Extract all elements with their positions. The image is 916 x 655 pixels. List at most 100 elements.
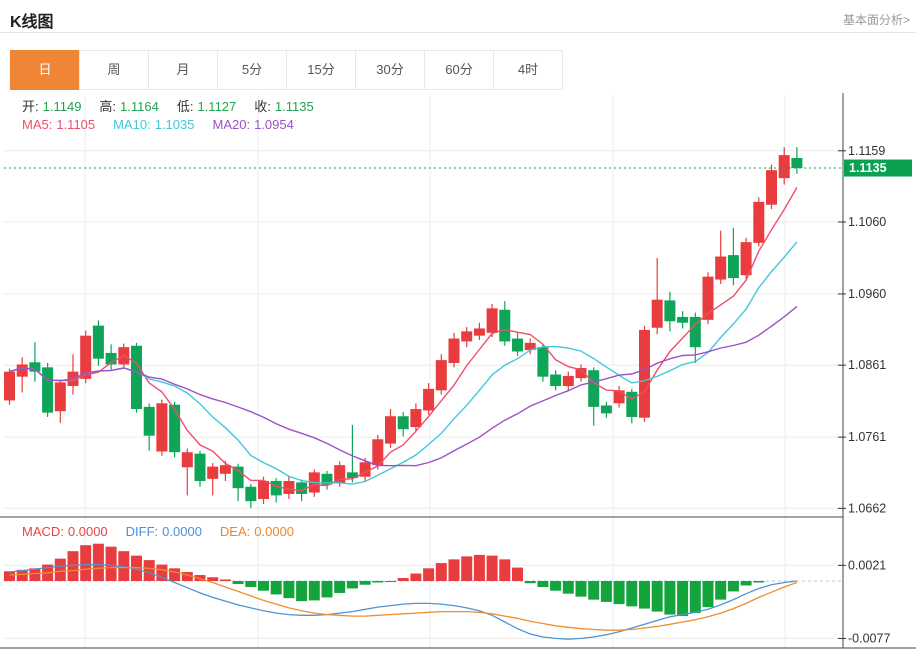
info-value: 1.1035 — [154, 117, 195, 132]
tab-5分[interactable]: 5分 — [217, 50, 287, 90]
macd-hist-bar — [689, 581, 701, 614]
macd-hist-bar — [54, 558, 66, 581]
macd-hist-bar — [296, 581, 308, 602]
macd-hist-bar — [258, 581, 269, 591]
candle-body — [791, 157, 803, 169]
macd-hist-bar — [283, 581, 295, 599]
tab-60分[interactable]: 60分 — [424, 50, 494, 90]
info-item: MA20: 1.0954 — [212, 117, 297, 132]
candle-body — [537, 347, 549, 377]
candle-body — [461, 331, 473, 342]
macd-hist-bar — [702, 581, 714, 608]
tab-15分[interactable]: 15分 — [286, 50, 356, 90]
macd-hist-bar — [512, 567, 523, 581]
macd-hist-bar — [715, 581, 727, 600]
candle-body — [169, 404, 181, 453]
macd-hist-bar — [359, 581, 371, 585]
candle-body — [550, 374, 562, 387]
price-axis-label: 1.0662 — [848, 501, 886, 515]
macd-hist-bar — [639, 581, 650, 609]
kline-page: 1.1135 1.1159 1.1060 1.0960 1.0861 1.0761 1.06… — [0, 0, 916, 655]
macd-hist-bar — [600, 581, 612, 602]
candle-body — [613, 390, 625, 404]
fundamental-analysis-link[interactable]: 基本面分析> — [843, 11, 910, 28]
price-axis-label: 1.1159 — [848, 144, 885, 158]
candle-body — [143, 406, 155, 436]
info-label: 高: — [99, 99, 117, 114]
candle-body — [727, 255, 739, 279]
macd-hist-bar — [4, 571, 15, 581]
tab-月[interactable]: 月 — [148, 50, 218, 90]
candle-body — [258, 480, 269, 499]
info-value: 0.0000 — [67, 524, 108, 539]
info-item: 开: 1.1149 — [22, 99, 85, 114]
info-item: MA5: 1.1105 — [22, 117, 99, 132]
info-label: DEA: — [219, 524, 251, 539]
macd-hist-bar — [550, 581, 562, 591]
candle-body — [29, 362, 41, 372]
macd-hist-bar — [448, 559, 460, 581]
candle-body — [283, 480, 295, 494]
info-label: DIFF: — [125, 524, 159, 539]
candle-body — [753, 201, 765, 243]
tab-周[interactable]: 周 — [79, 50, 149, 90]
info-item: MACD: 0.0000 — [22, 524, 112, 539]
candle-body — [194, 453, 206, 481]
info-item: 高: 1.1164 — [99, 99, 162, 114]
macd-hist-bar — [169, 568, 181, 581]
candle-body — [651, 299, 663, 328]
period-tabbar: 日周月 5分 15分 30分 60分 4时 — [10, 50, 563, 90]
candle-body — [562, 375, 574, 387]
candle-body — [512, 338, 523, 352]
ma20-line — [9, 305, 798, 467]
info-label: 开: — [22, 99, 39, 114]
tab-4时[interactable]: 4时 — [493, 50, 563, 90]
candle-body — [677, 316, 689, 323]
macd-hist-bar — [575, 581, 587, 597]
macd-hist-bar — [740, 581, 752, 586]
macd-hist-bar — [80, 545, 92, 581]
candle-body — [766, 170, 777, 205]
price-axis-label: 1.0861 — [848, 358, 886, 372]
price-axis-label: 1.0761 — [848, 430, 886, 444]
candle-body — [54, 382, 66, 412]
macd-hist-bar — [143, 560, 155, 581]
candle-body — [397, 416, 409, 430]
info-label: 低: — [176, 99, 194, 114]
info-label: 收: — [254, 99, 271, 114]
header-divider — [0, 32, 916, 33]
macd-hist-bar — [308, 581, 320, 601]
macd-hist-bar — [677, 581, 689, 617]
info-label: MA5: — [22, 117, 53, 132]
candle-body — [181, 452, 193, 468]
info-value: 1.0954 — [254, 117, 294, 132]
tab-日[interactable]: 日 — [10, 50, 80, 90]
candle-body — [423, 388, 435, 411]
macd-hist-bar — [626, 581, 638, 607]
candle-body — [448, 338, 460, 364]
candle-body — [219, 465, 231, 474]
info-item: 低: 1.1127 — [177, 99, 240, 114]
ma5-line — [9, 187, 798, 492]
info-value: 1.1164 — [120, 99, 159, 114]
macd-hist-bar — [410, 573, 422, 581]
info-item: MA10: 1.1035 — [113, 117, 198, 132]
info-label: MA20: — [212, 117, 251, 132]
price-axis-label: 1.1060 — [848, 215, 886, 229]
candle-body — [245, 486, 257, 502]
candle-body — [334, 465, 346, 484]
macd-hist-bar — [651, 581, 663, 612]
info-value: 0.0000 — [162, 524, 202, 539]
macd-hist-bar — [270, 581, 282, 595]
candle-body — [639, 329, 650, 418]
info-value: 1.1149 — [42, 99, 82, 114]
macd-hist-bar — [385, 581, 396, 582]
tab-30分[interactable]: 30分 — [355, 50, 425, 90]
candle-body — [270, 480, 282, 496]
candle-body — [385, 416, 396, 444]
macd-hist-bar — [207, 577, 219, 581]
info-item: 收: 1.1135 — [254, 99, 317, 114]
candle-body — [664, 300, 676, 322]
candle-body — [16, 364, 28, 377]
macd-hist-bar — [423, 568, 435, 581]
